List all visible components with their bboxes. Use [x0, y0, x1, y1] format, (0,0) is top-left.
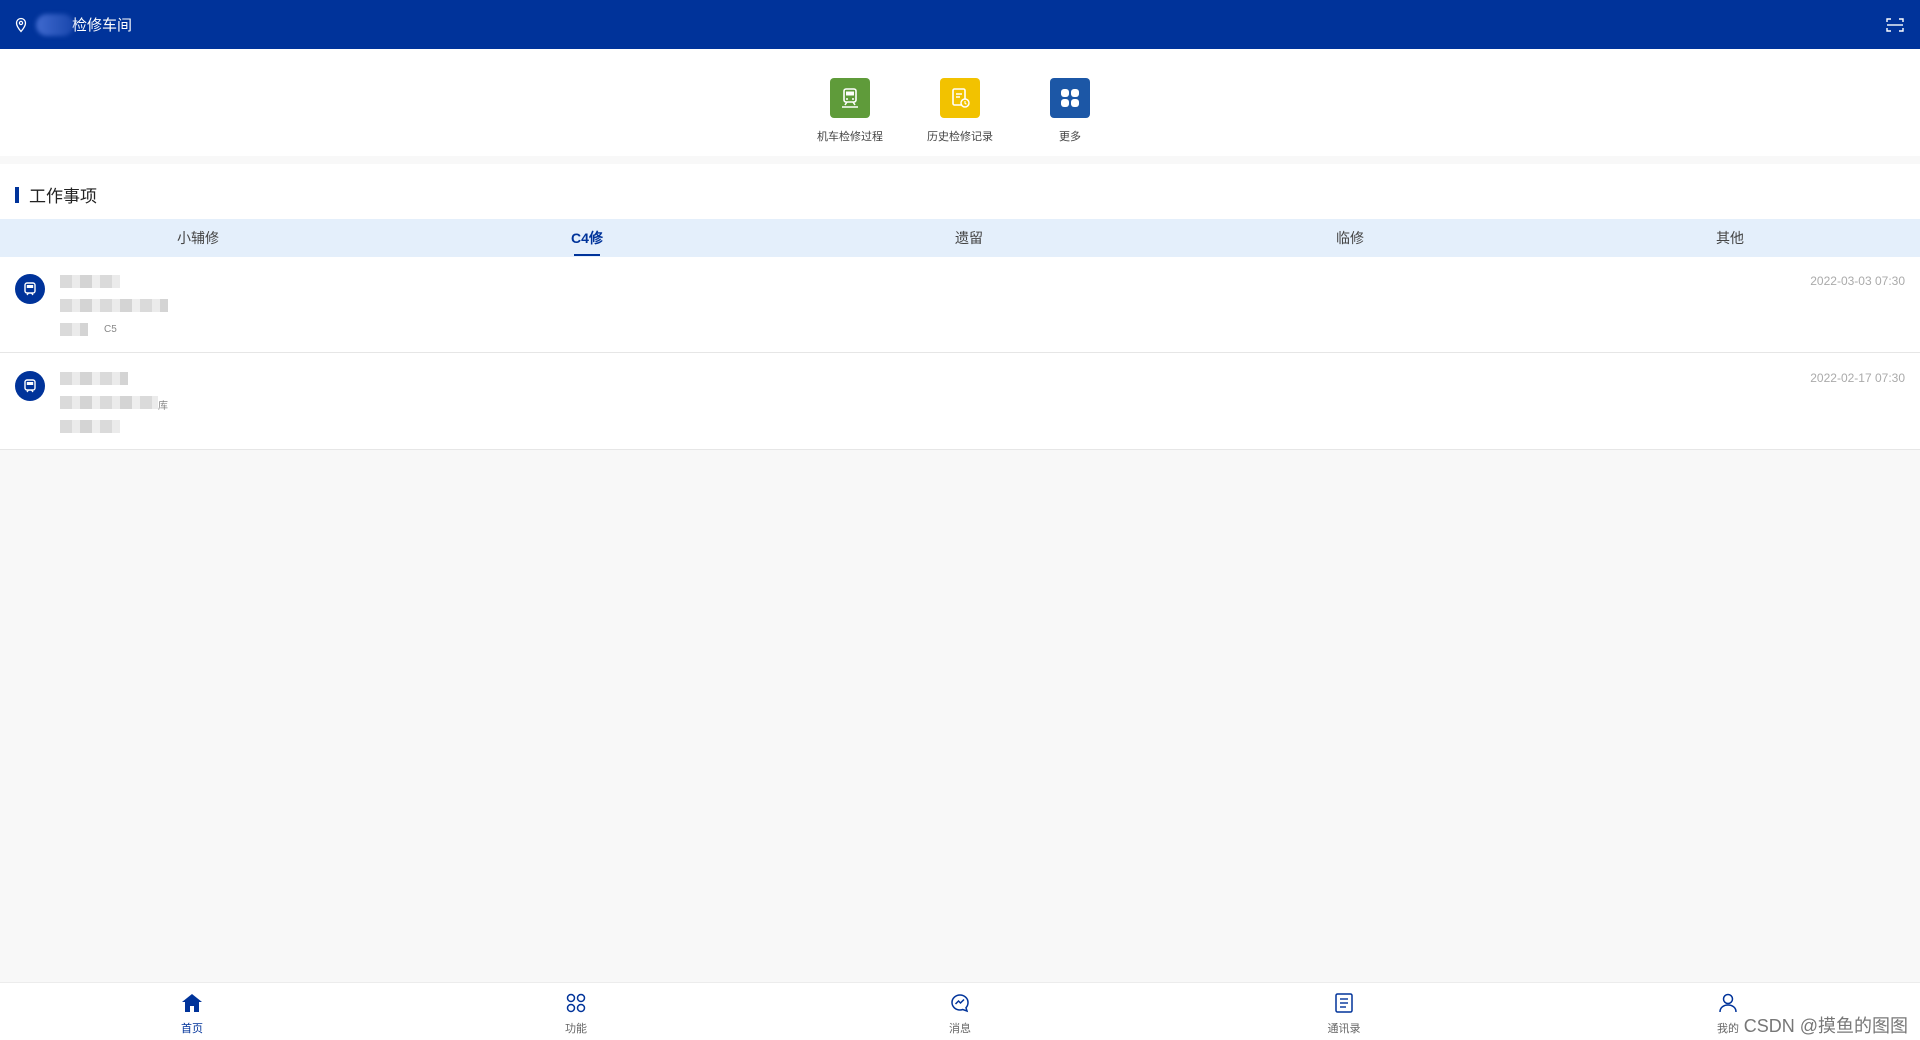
top-bar: 检修车间	[0, 0, 1920, 49]
user-icon	[1717, 993, 1739, 1018]
watermark: CSDN @摸鱼的图图	[1743, 1016, 1908, 1036]
train-avatar-icon	[15, 371, 45, 401]
quick-action-more[interactable]: 更多	[1015, 78, 1125, 144]
location-pin-icon	[14, 17, 28, 33]
nav-home[interactable]: 首页	[152, 993, 232, 1036]
quick-action-label: 历史检修记录	[927, 131, 993, 143]
item-suffix: 库	[158, 401, 168, 412]
work-items-section: 工作事项 小辅修 C4修 遗留 临修 其他 C5 2022-03-03 07:3…	[0, 164, 1920, 450]
nav-label: 通讯录	[1327, 1023, 1361, 1035]
nav-messages[interactable]: 消息	[920, 993, 1000, 1036]
redacted-line	[60, 299, 168, 312]
tab-legacy[interactable]: 遗留	[909, 219, 1029, 257]
train-icon	[830, 78, 870, 118]
nav-label: 消息	[949, 1023, 971, 1035]
nav-label: 首页	[181, 1023, 203, 1035]
tab-other[interactable]: 其他	[1670, 219, 1790, 257]
tab-minor-repair[interactable]: 小辅修	[138, 219, 258, 257]
redacted-line	[60, 323, 88, 336]
bottom-nav: 首页 功能 消息 通讯录 我的	[0, 982, 1920, 1040]
tab-temporary-repair[interactable]: 临修	[1290, 219, 1410, 257]
list-item[interactable]: C5 2022-03-03 07:30	[0, 257, 1920, 353]
redacted-workshop-prefix	[36, 13, 74, 36]
message-icon	[949, 993, 971, 1018]
section-title-text: 工作事项	[29, 187, 97, 206]
section-title: 工作事项	[15, 182, 97, 207]
item-time: 2022-03-03 07:30	[1810, 274, 1905, 288]
grid-icon	[1050, 78, 1090, 118]
record-icon	[940, 78, 980, 118]
nav-functions[interactable]: 功能	[536, 993, 616, 1036]
location-group[interactable]: 检修车间	[14, 13, 133, 36]
quick-action-label: 更多	[1059, 131, 1081, 143]
work-tabs: 小辅修 C4修 遗留 临修 其他	[0, 219, 1920, 257]
quick-actions: 机车检修过程 历史检修记录 更多	[0, 49, 1920, 156]
scan-icon[interactable]	[1886, 17, 1904, 33]
train-avatar-icon	[15, 274, 45, 304]
list-item[interactable]: 库 2022-02-17 07:30	[0, 354, 1920, 450]
nav-contacts[interactable]: 通讯录	[1304, 993, 1384, 1036]
nav-label: 功能	[565, 1023, 587, 1035]
tab-c4-repair[interactable]: C4修	[527, 219, 647, 257]
redacted-line	[60, 372, 128, 385]
section-accent-bar	[15, 186, 19, 203]
redacted-line	[60, 420, 120, 433]
quick-action-repair-process[interactable]: 机车检修过程	[795, 78, 905, 144]
item-time: 2022-02-17 07:30	[1810, 371, 1905, 385]
page-title: 检修车间	[72, 17, 133, 34]
redacted-line	[60, 275, 120, 288]
nav-label: 我的	[1717, 1023, 1739, 1035]
quick-action-label: 机车检修过程	[817, 131, 883, 143]
home-icon	[181, 993, 203, 1018]
quick-action-history-records[interactable]: 历史检修记录	[905, 78, 1015, 144]
contacts-icon	[1333, 993, 1355, 1018]
item-suffix: C5	[104, 324, 117, 335]
redacted-line	[60, 396, 158, 409]
apps-icon	[565, 993, 587, 1018]
